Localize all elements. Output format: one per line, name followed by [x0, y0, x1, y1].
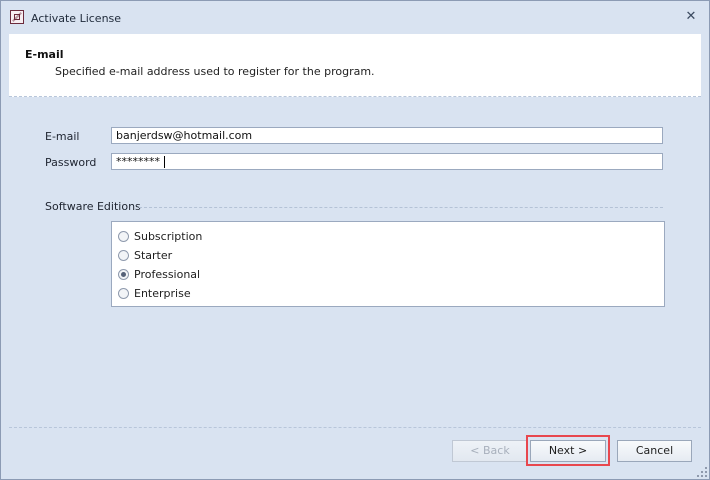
- radio-label: Starter: [134, 249, 173, 262]
- close-icon[interactable]: ✕: [683, 9, 699, 25]
- software-editions-label: Software Editions: [45, 200, 141, 213]
- window-title: Activate License: [31, 12, 122, 25]
- next-button-highlight: [526, 435, 610, 466]
- radio-label: Subscription: [134, 230, 203, 243]
- section-divider: [139, 207, 663, 208]
- radio-button-icon[interactable]: [118, 288, 129, 299]
- activate-license-window: Activate License ✕ E-mail Specified e-ma…: [0, 0, 710, 480]
- license-app-icon: [10, 10, 24, 24]
- page-title: E-mail: [25, 48, 64, 61]
- radio-button-icon[interactable]: [118, 269, 129, 280]
- radio-label: Enterprise: [134, 287, 191, 300]
- email-field[interactable]: banjerdsw@hotmail.com: [111, 127, 663, 144]
- radio-button-icon[interactable]: [118, 231, 129, 242]
- title-bar: Activate License ✕: [1, 1, 709, 34]
- footer-divider: [9, 427, 701, 428]
- password-label: Password: [45, 156, 97, 169]
- page-description: Specified e-mail address used to registe…: [55, 65, 375, 78]
- email-label: E-mail: [45, 130, 80, 143]
- wizard-content: E-mail banjerdsw@hotmail.com Password **…: [9, 97, 701, 427]
- back-button[interactable]: < Back: [452, 440, 528, 462]
- radio-label: Professional: [134, 268, 201, 281]
- wizard-header: E-mail Specified e-mail address used to …: [9, 34, 701, 97]
- resize-grip-icon[interactable]: [697, 467, 707, 477]
- password-field[interactable]: ********: [111, 153, 663, 170]
- radio-button-icon[interactable]: [118, 250, 129, 261]
- cancel-button[interactable]: Cancel: [617, 440, 692, 462]
- software-editions-radio-group: Subscription Starter Professional Enterp…: [111, 221, 665, 307]
